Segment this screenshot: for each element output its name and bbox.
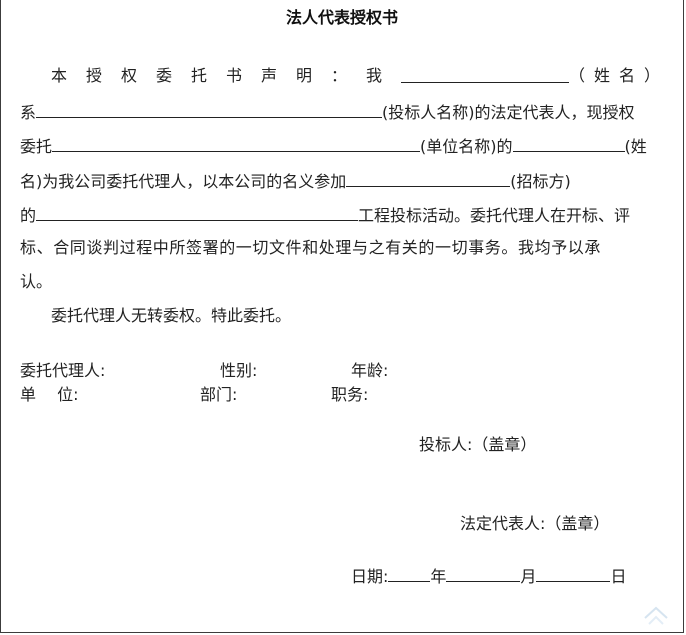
agent-field-label: 委托代理人: bbox=[20, 361, 106, 380]
age-field-label: 年龄: bbox=[351, 361, 389, 380]
position-field-label: 职务: bbox=[331, 385, 369, 404]
xi-text: 系 bbox=[20, 103, 37, 122]
day-label: 日 bbox=[610, 567, 627, 586]
para1-line4: 名)为我公司委托代理人，以本公司的名义参加 (招标方) bbox=[20, 168, 571, 192]
date-row: 日期: 年 月 日 bbox=[351, 563, 626, 587]
de-text: 的 bbox=[20, 206, 37, 225]
bidder-name-label: (投标人名称)的法定代表人，现授权 bbox=[382, 103, 635, 122]
name-blank-1 bbox=[401, 64, 569, 88]
para2: 委托代理人无转委权。特此委托。 bbox=[51, 306, 292, 325]
month-blank bbox=[446, 563, 521, 582]
year-label: 年 bbox=[430, 567, 447, 586]
tender-party-blank bbox=[346, 168, 511, 187]
unit-name-label: (单位名称)的 bbox=[420, 137, 513, 156]
date-label: 日期: bbox=[351, 567, 389, 586]
unit-name-blank bbox=[52, 133, 421, 152]
dept-field-label: 部门: bbox=[200, 385, 238, 404]
year-blank bbox=[388, 563, 431, 582]
bidder-seal-label: 投标人:（盖章） bbox=[419, 435, 537, 454]
project-name-blank bbox=[36, 202, 359, 221]
agent-name-blank bbox=[512, 133, 625, 152]
name-underline bbox=[401, 64, 569, 83]
tender-party-label: (招标方) bbox=[510, 172, 571, 191]
unit-field-label: 单 位: bbox=[20, 385, 79, 404]
legal-rep-seal-label: 法定代表人:（盖章） bbox=[460, 514, 610, 533]
month-label: 月 bbox=[520, 567, 537, 586]
watermark-chevron-icon bbox=[644, 606, 668, 625]
document-page: 法人代表授权书 本授权委托书声明：我 （姓名） 系 (投标人名称)的法定代表人，现… bbox=[0, 0, 684, 633]
para1-line1: 本授权委托书声明：我 bbox=[51, 64, 401, 88]
bidder-name-blank bbox=[36, 99, 383, 118]
para1-line5: 的 工程投标活动。委托代理人在开标、评 bbox=[20, 202, 630, 226]
surname-label: (姓 bbox=[624, 137, 647, 156]
day-blank bbox=[536, 563, 611, 582]
gender-field-label: 性别: bbox=[220, 361, 258, 380]
para1-line3: 委托 (单位名称)的 (姓 bbox=[20, 133, 647, 157]
name-label: （姓名） bbox=[569, 66, 670, 85]
appoint-text: 名)为我公司委托代理人，以本公司的名义参加 bbox=[20, 172, 347, 191]
project-activity-text: 工程投标活动。委托代理人在开标、评 bbox=[358, 206, 631, 225]
para1-line7: 认。 bbox=[20, 272, 53, 291]
document-title: 法人代表授权书 bbox=[285, 8, 398, 27]
para1-line2: 系 (投标人名称)的法定代表人，现授权 bbox=[20, 99, 635, 123]
declaration-text: 本授权委托书声明：我 bbox=[51, 66, 402, 85]
para1-line6: 标、合同谈判过程中所签署的一切文件和处理与之有关的一切事务。我均予以承 bbox=[20, 238, 602, 257]
entrust-text: 委托 bbox=[20, 137, 53, 156]
